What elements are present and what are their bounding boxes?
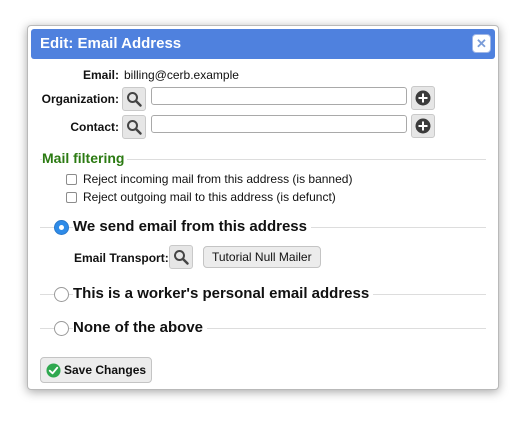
personal-email-label: This is a worker's personal email addres… bbox=[73, 285, 374, 302]
send-email-radio[interactable] bbox=[54, 220, 69, 235]
none-label: None of the above bbox=[73, 319, 208, 336]
email-label: Email: bbox=[82, 68, 119, 82]
contact-label: Contact: bbox=[70, 120, 119, 134]
reject-outgoing-label: Reject outgoing mail to this address (is… bbox=[83, 190, 336, 204]
close-button[interactable]: ✕ bbox=[472, 34, 491, 53]
none-radio[interactable] bbox=[54, 321, 69, 336]
check-circle-icon bbox=[46, 363, 61, 378]
send-email-label: We send email from this address bbox=[73, 218, 311, 235]
email-transport-label: Email Transport: bbox=[74, 251, 169, 265]
transport-search-button[interactable] bbox=[169, 245, 193, 269]
dialog-titlebar[interactable]: Edit: Email Address ✕ bbox=[31, 29, 495, 59]
save-changes-button[interactable]: Save Changes bbox=[40, 357, 152, 383]
email-value: billing@cerb.example bbox=[124, 68, 239, 82]
transport-chip[interactable]: Tutorial Null Mailer bbox=[203, 246, 321, 268]
search-icon bbox=[127, 120, 142, 135]
save-changes-label: Save Changes bbox=[64, 363, 147, 377]
organization-search-button[interactable] bbox=[122, 87, 146, 111]
plus-circle-icon bbox=[415, 90, 431, 106]
dialog-title: Edit: Email Address bbox=[40, 35, 182, 52]
add-organization-button[interactable] bbox=[411, 86, 435, 110]
organization-input[interactable] bbox=[151, 87, 407, 105]
transport-chip-label: Tutorial Null Mailer bbox=[212, 250, 312, 264]
search-icon bbox=[174, 250, 189, 265]
organization-label: Organization: bbox=[41, 92, 119, 106]
reject-incoming-label: Reject incoming mail from this address (… bbox=[83, 172, 353, 186]
plus-circle-icon bbox=[415, 118, 431, 134]
close-icon: ✕ bbox=[476, 36, 487, 51]
mail-filtering-title: Mail filtering bbox=[42, 150, 128, 166]
search-icon bbox=[127, 92, 142, 107]
reject-incoming-checkbox[interactable] bbox=[66, 174, 77, 185]
personal-email-radio[interactable] bbox=[54, 287, 69, 302]
add-contact-button[interactable] bbox=[411, 114, 435, 138]
contact-input[interactable] bbox=[151, 115, 407, 133]
edit-email-dialog: Edit: Email Address ✕ Email: billing@cer… bbox=[27, 25, 499, 390]
reject-outgoing-checkbox[interactable] bbox=[66, 192, 77, 203]
contact-search-button[interactable] bbox=[122, 115, 146, 139]
